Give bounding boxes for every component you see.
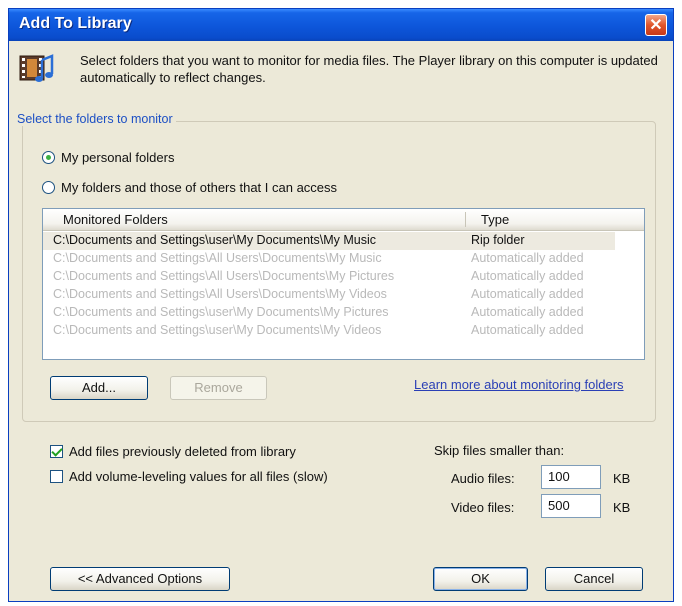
title-bar[interactable]: Add To Library ✕ [9,9,673,41]
table-row[interactable]: C:\Documents and Settings\user\My Docume… [43,304,644,322]
folder-type: Automatically added [471,251,584,265]
radio-button[interactable] [42,151,55,164]
close-button[interactable]: ✕ [645,14,667,36]
column-header-folders[interactable]: Monitored Folders [63,212,168,227]
learn-more-link[interactable]: Learn more about monitoring folders [414,377,624,392]
folder-type: Automatically added [471,269,584,283]
folder-path: C:\Documents and Settings\All Users\Docu… [53,251,382,265]
window-title: Add To Library [19,15,132,32]
folder-type: Rip folder [471,233,525,247]
radio-label: My folders and those of others that I ca… [61,180,338,195]
checkbox[interactable] [50,470,63,483]
radio-all-accessible-folders[interactable]: My folders and those of others that I ca… [42,180,337,195]
header-description: Select folders that you want to monitor … [80,53,658,85]
monitored-folders-list[interactable]: Monitored Folders Type C:\Documents and … [42,208,645,360]
table-row[interactable]: C:\Documents and Settings\All Users\Docu… [43,286,644,304]
video-files-label: Video files: [451,500,515,515]
advanced-options-button[interactable]: << Advanced Options [50,567,230,591]
checkbox-label: Add volume-leveling values for all files… [69,469,328,484]
video-unit-label: KB [613,500,631,515]
option-volume-leveling[interactable]: Add volume-leveling values for all files… [50,469,328,484]
add-folder-button[interactable]: Add... [50,376,148,400]
radio-my-personal-folders[interactable]: My personal folders [42,150,174,165]
folder-type: Automatically added [471,323,584,337]
folder-type: Automatically added [471,287,584,301]
table-row[interactable]: C:\Documents and Settings\user\My Docume… [43,322,644,340]
folder-path: C:\Documents and Settings\user\My Docume… [53,323,382,337]
column-separator[interactable] [465,212,466,227]
folder-path: C:\Documents and Settings\All Users\Docu… [53,269,395,283]
skip-files-label: Skip files smaller than: [434,443,565,458]
folder-type: Automatically added [471,305,584,319]
group-legend: Select the folders to monitor [14,112,176,126]
remove-folder-button[interactable]: Remove [170,376,267,400]
audio-files-label: Audio files: [451,471,515,486]
audio-unit-label: KB [613,471,631,486]
table-row[interactable]: C:\Documents and Settings\All Users\Docu… [43,250,644,268]
radio-button[interactable] [42,181,55,194]
folder-path: C:\Documents and Settings\user\My Docume… [53,305,389,319]
audio-size-field[interactable]: 100 [541,465,601,489]
option-add-deleted-files[interactable]: Add files previously deleted from librar… [50,444,296,459]
media-library-icon [19,54,54,82]
video-size-field[interactable]: 500 [541,494,601,518]
column-header-type[interactable]: Type [481,212,509,227]
list-header: Monitored Folders Type [43,209,644,231]
checkbox-label: Add files previously deleted from librar… [69,444,296,459]
checkbox[interactable] [50,445,63,458]
table-row[interactable]: C:\Documents and Settings\All Users\Docu… [43,268,644,286]
folder-path: C:\Documents and Settings\All Users\Docu… [53,287,387,301]
radio-label: My personal folders [61,150,175,165]
ok-button[interactable]: OK [433,567,528,591]
table-row[interactable]: C:\Documents and Settings\user\My Docume… [43,232,615,250]
cancel-button[interactable]: Cancel [545,567,643,591]
folder-path: C:\Documents and Settings\user\My Docume… [53,233,377,247]
